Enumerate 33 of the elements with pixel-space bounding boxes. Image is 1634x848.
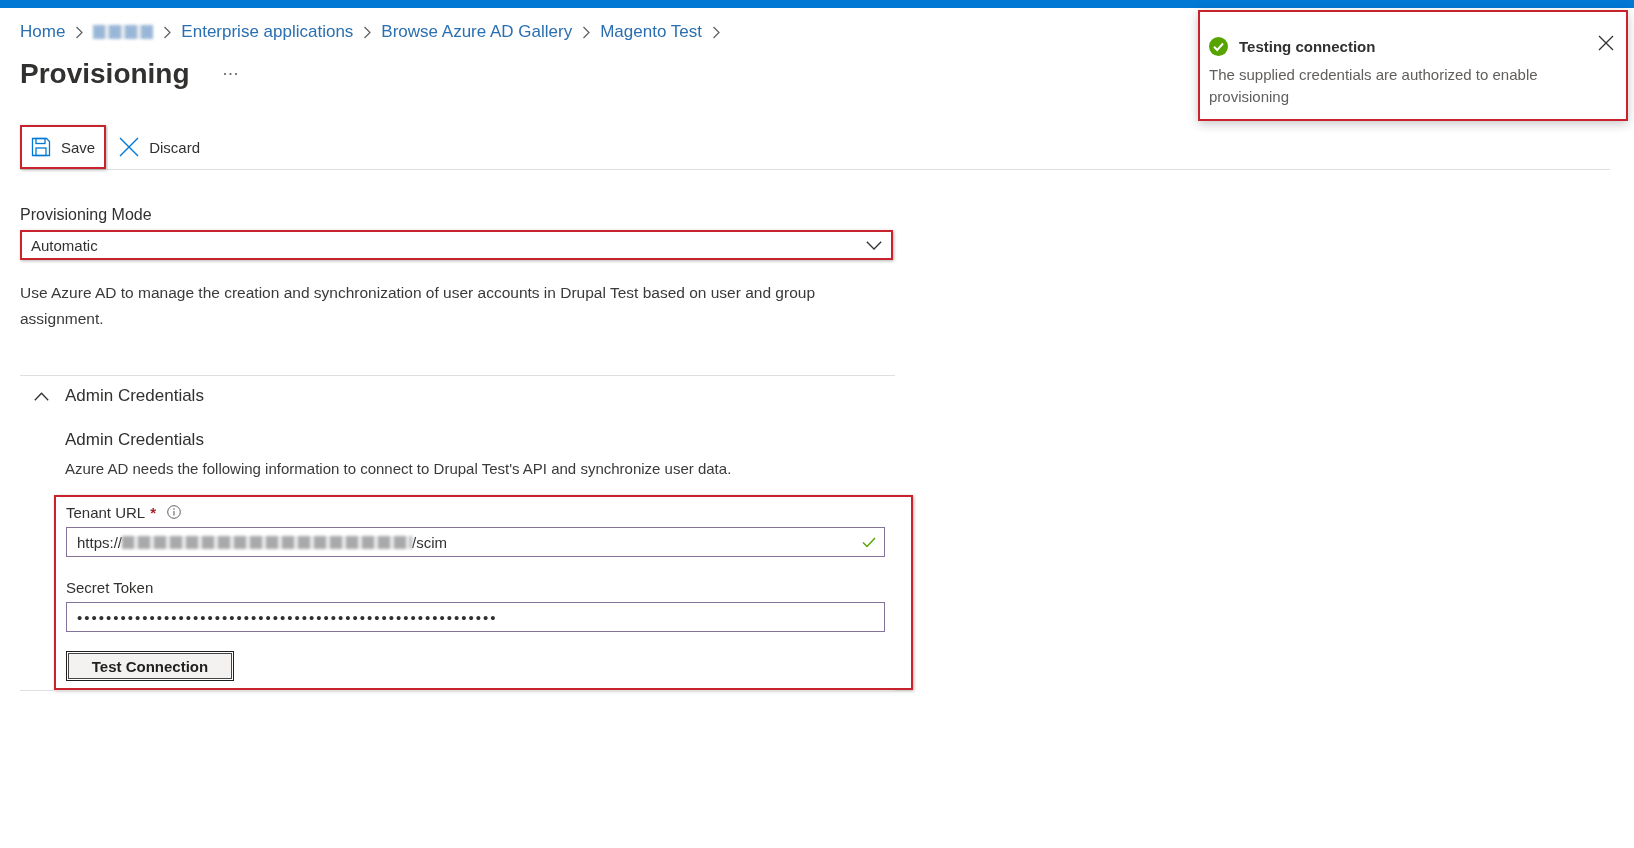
chevron-right-icon xyxy=(163,25,172,39)
more-icon[interactable] xyxy=(222,72,238,76)
check-icon xyxy=(862,536,876,548)
description-text: Use Azure AD to manage the creation and synchronization of user accounts in Drupal Test based on user and group assignment. xyxy=(20,283,816,329)
save-button[interactable]: Save xyxy=(20,125,107,169)
field-label: Provisioning Mode xyxy=(20,205,153,225)
breadcrumb-link[interactable]: Enterprise applications xyxy=(181,22,354,42)
blurred-block xyxy=(93,25,154,39)
field-label: Secret Token xyxy=(66,578,154,596)
breadcrumb-link[interactable]: Magento Test xyxy=(600,22,702,42)
close-icon[interactable] xyxy=(1598,35,1614,51)
breadcrumb-link[interactable]: Home xyxy=(20,22,66,42)
info-icon[interactable] xyxy=(167,505,182,519)
field-label: Tenant URL xyxy=(66,503,146,521)
section-heading: Admin Credentials xyxy=(64,429,205,451)
chevron-right-icon xyxy=(711,25,720,39)
chevron-right-icon xyxy=(363,25,372,39)
section-description: Azure AD needs the following information to connect to Drupal Test's API and synchronize user data. xyxy=(64,459,733,479)
chevron-down-icon xyxy=(866,240,882,250)
chevron-right-icon xyxy=(75,25,84,39)
test-connection-button[interactable]: Test Connection xyxy=(66,651,234,681)
notification-title: Testing connection xyxy=(1239,37,1377,55)
accordion-header[interactable]: Admin Credentials xyxy=(20,384,204,408)
password-input-field[interactable]: •••••••••••••••••••••••••••••••••••••••••••••••••••••••••• xyxy=(66,602,885,632)
chevron-right-icon xyxy=(582,25,591,39)
mode-dropdown[interactable]: Automatic xyxy=(20,230,893,260)
url-input-field[interactable]: https:// /scim xyxy=(66,527,885,557)
breadcrumb-link[interactable]: Browse Azure AD Gallery xyxy=(381,22,573,42)
close-icon xyxy=(119,137,140,157)
required-mark: * xyxy=(150,503,157,521)
save-icon xyxy=(31,137,51,157)
notification-message: The supplied credentials are authorized to enable provisioning xyxy=(1209,65,1539,107)
page-title: Provisioning xyxy=(20,57,190,91)
